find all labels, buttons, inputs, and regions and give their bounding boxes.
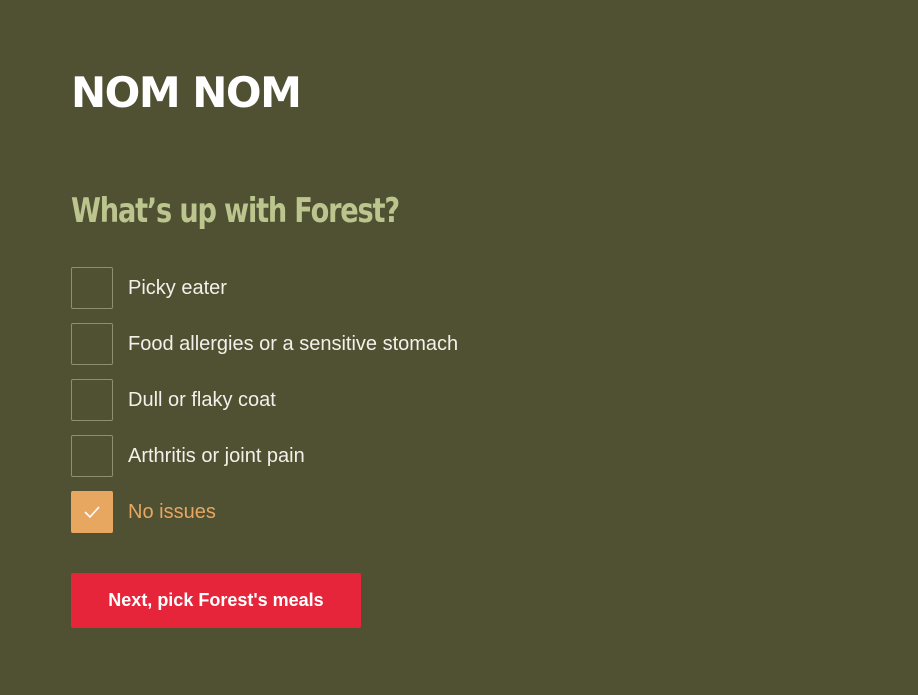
checkbox[interactable] <box>71 323 113 365</box>
option-label: No issues <box>128 500 216 523</box>
question-title: What’s up with Forest? <box>71 191 400 231</box>
checkmark-icon <box>84 506 100 519</box>
checkbox[interactable] <box>71 267 113 309</box>
option-label: Picky eater <box>128 276 227 299</box>
brand-logo: NOM NOM <box>71 68 302 117</box>
checkbox[interactable] <box>71 491 113 533</box>
checkbox[interactable] <box>71 379 113 421</box>
issues-checkbox-list: Picky eater Food allergies or a sensitiv… <box>71 266 458 546</box>
option-dull-coat[interactable]: Dull or flaky coat <box>71 378 458 422</box>
option-label: Food allergies or a sensitive stomach <box>128 332 459 355</box>
next-pick-meals-button[interactable]: Next, pick Forest's meals <box>71 573 361 628</box>
option-label: Arthritis or joint pain <box>128 444 305 467</box>
option-label: Dull or flaky coat <box>128 388 276 411</box>
option-food-allergies[interactable]: Food allergies or a sensitive stomach <box>71 322 458 366</box>
option-picky-eater[interactable]: Picky eater <box>71 266 458 310</box>
checkbox[interactable] <box>71 435 113 477</box>
option-no-issues[interactable]: No issues <box>71 490 458 534</box>
option-arthritis[interactable]: Arthritis or joint pain <box>71 434 458 478</box>
